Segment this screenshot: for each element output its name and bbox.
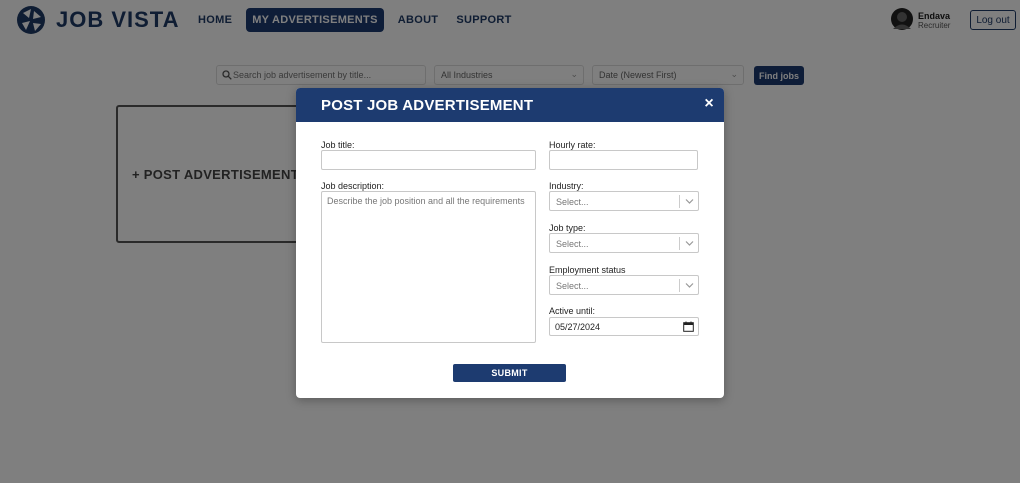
select-separator xyxy=(679,279,680,292)
submit-button[interactable]: SUBMIT xyxy=(453,364,566,382)
job-type-label: Job type: xyxy=(549,223,586,233)
active-until-value: 05/27/2024 xyxy=(555,322,601,332)
job-title-label: Job title: xyxy=(321,140,355,150)
active-until-label: Active until: xyxy=(549,306,596,316)
hourly-rate-label: Hourly rate: xyxy=(549,140,596,150)
industry-select[interactable]: Select... xyxy=(549,191,699,211)
chevron-down-icon xyxy=(685,283,694,288)
job-type-select[interactable]: Select... xyxy=(549,233,699,253)
industry-select-value: Select... xyxy=(556,197,589,207)
industry-label: Industry: xyxy=(549,181,584,191)
calendar-icon[interactable] xyxy=(683,321,694,332)
post-job-modal: POST JOB ADVERTISEMENT × Job title: Job … xyxy=(296,88,724,398)
close-icon[interactable]: × xyxy=(702,95,716,113)
employment-status-select[interactable]: Select... xyxy=(549,275,699,295)
modal-header: POST JOB ADVERTISEMENT × xyxy=(296,88,724,122)
modal-title: POST JOB ADVERTISEMENT xyxy=(321,97,534,114)
active-until-date-input[interactable]: 05/27/2024 xyxy=(549,317,699,336)
job-description-textarea[interactable] xyxy=(321,191,536,343)
employment-status-label: Employment status xyxy=(549,265,626,275)
job-title-input[interactable] xyxy=(321,150,536,170)
job-type-select-value: Select... xyxy=(556,239,589,249)
select-separator xyxy=(679,237,680,250)
chevron-down-icon xyxy=(685,241,694,246)
select-separator xyxy=(679,195,680,208)
job-description-label: Job description: xyxy=(321,181,385,191)
employment-status-select-value: Select... xyxy=(556,281,589,291)
hourly-rate-input[interactable] xyxy=(549,150,698,170)
chevron-down-icon xyxy=(685,199,694,204)
